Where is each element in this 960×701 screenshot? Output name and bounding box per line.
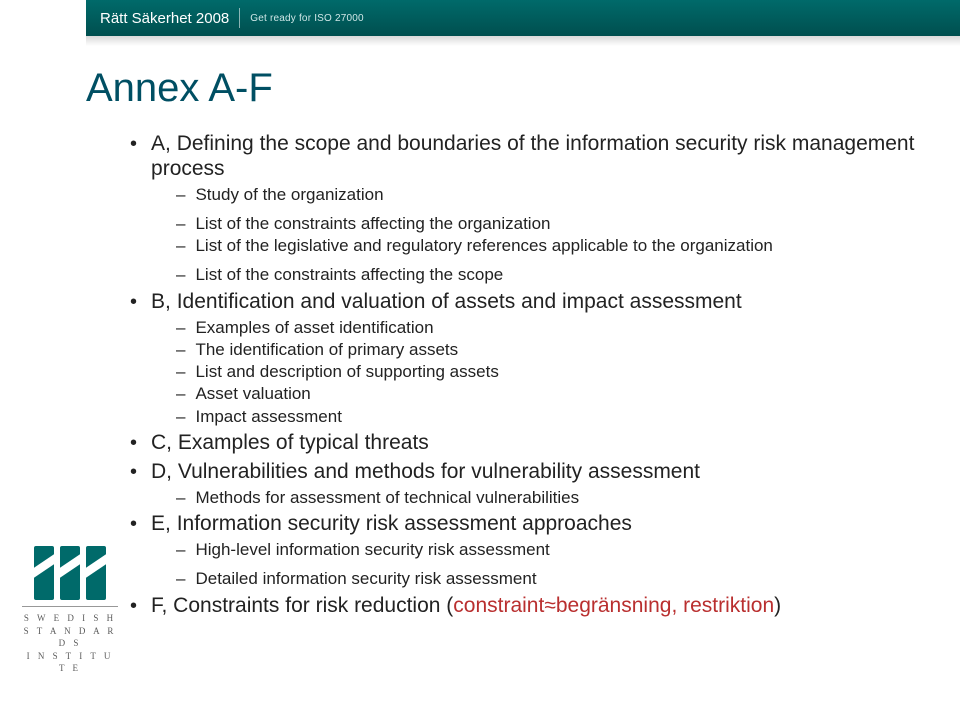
- sub-bullet-label: List of the constraints affecting the or…: [195, 213, 550, 234]
- sub-bullet-item: Impact assessment: [176, 406, 920, 427]
- bullet-dot-icon: [130, 512, 137, 537]
- sub-bullet-label: High-level information security risk ass…: [195, 539, 549, 560]
- sub-bullet-label: List of the legislative and regulatory r…: [195, 235, 772, 256]
- sub-bullet-item: Detailed information security risk asses…: [176, 568, 920, 589]
- bullet-item: F, Constraints for risk reduction (const…: [130, 594, 920, 619]
- sub-bullet-label: Examples of asset identification: [195, 317, 433, 338]
- bullet-dot-icon: [130, 290, 137, 315]
- dash-icon: [176, 406, 185, 427]
- bullet-item: C, Examples of typical threats: [130, 431, 920, 456]
- bullet-dot-icon: [130, 431, 137, 456]
- bullet-item: B, Identification and valuation of asset…: [130, 290, 920, 427]
- sub-bullet-label: Impact assessment: [195, 406, 341, 427]
- sub-bullet-item: Examples of asset identification: [176, 317, 920, 338]
- sis-logo-line3: I N S T I T U T E: [22, 650, 118, 675]
- top-banner: Rätt Säkerhet 2008 Get ready for ISO 270…: [0, 0, 960, 36]
- bullet-label: E, Information security risk assessment …: [151, 512, 632, 537]
- sub-bullet-label: Methods for assessment of technical vuln…: [195, 487, 579, 508]
- dash-icon: [176, 264, 185, 285]
- dash-icon: [176, 383, 185, 404]
- sis-logo-line1: S W E D I S H: [22, 612, 118, 625]
- bullet-label: A, Defining the scope and boundaries of …: [151, 132, 920, 182]
- dash-icon: [176, 568, 185, 589]
- bullet-list: A, Defining the scope and boundaries of …: [130, 132, 920, 619]
- bullet-dot-icon: [130, 594, 137, 619]
- sub-bullet-label: Detailed information security risk asses…: [195, 568, 536, 589]
- sis-logo: S W E D I S H S T A N D A R D S I N S T …: [22, 546, 118, 675]
- sub-bullet-item: List of the legislative and regulatory r…: [176, 235, 920, 256]
- sub-bullet-item: List of the constraints affecting the or…: [176, 213, 920, 234]
- dash-icon: [176, 339, 185, 360]
- sub-bullet-item: Study of the organization: [176, 184, 920, 205]
- banner-title: Rätt Säkerhet 2008: [100, 10, 229, 27]
- bullet-label: F, Constraints for risk reduction (const…: [151, 594, 781, 619]
- sub-bullet-item: List and description of supporting asset…: [176, 361, 920, 382]
- bullet-dot-icon: [130, 132, 137, 157]
- bullet-dot-icon: [130, 460, 137, 485]
- bullet-label: C, Examples of typical threats: [151, 431, 429, 456]
- banner-tagline: Get ready for ISO 27000: [250, 13, 364, 24]
- sub-bullet-label: Study of the organization: [195, 184, 383, 205]
- sub-bullet-label: The identification of primary assets: [195, 339, 458, 360]
- dash-icon: [176, 487, 185, 508]
- sub-bullet-item: High-level information security risk ass…: [176, 539, 920, 560]
- sub-bullet-label: List of the constraints affecting the sc…: [195, 264, 503, 285]
- bullet-label: B, Identification and valuation of asset…: [151, 290, 742, 315]
- sub-bullet-item: List of the constraints affecting the sc…: [176, 264, 920, 285]
- sub-bullet-item: Asset valuation: [176, 383, 920, 404]
- sub-bullet-label: List and description of supporting asset…: [195, 361, 498, 382]
- page-title: Annex A-F: [86, 66, 936, 111]
- dash-icon: [176, 235, 185, 256]
- dash-icon: [176, 539, 185, 560]
- bullet-item: A, Defining the scope and boundaries of …: [130, 132, 920, 286]
- dash-icon: [176, 213, 185, 234]
- bullet-label: D, Vulnerabilities and methods for vulne…: [151, 460, 700, 485]
- dash-icon: [176, 317, 185, 338]
- banner-separator: [239, 8, 240, 28]
- dash-icon: [176, 184, 185, 205]
- sis-logo-line2: S T A N D A R D S: [22, 625, 118, 650]
- sub-bullet-label: Asset valuation: [195, 383, 310, 404]
- dash-icon: [176, 361, 185, 382]
- sub-bullet-item: The identification of primary assets: [176, 339, 920, 360]
- bullet-item: D, Vulnerabilities and methods for vulne…: [130, 460, 920, 508]
- sub-bullet-item: Methods for assessment of technical vuln…: [176, 487, 920, 508]
- bullet-item: E, Information security risk assessment …: [130, 512, 920, 590]
- sis-logo-mark: [22, 546, 118, 600]
